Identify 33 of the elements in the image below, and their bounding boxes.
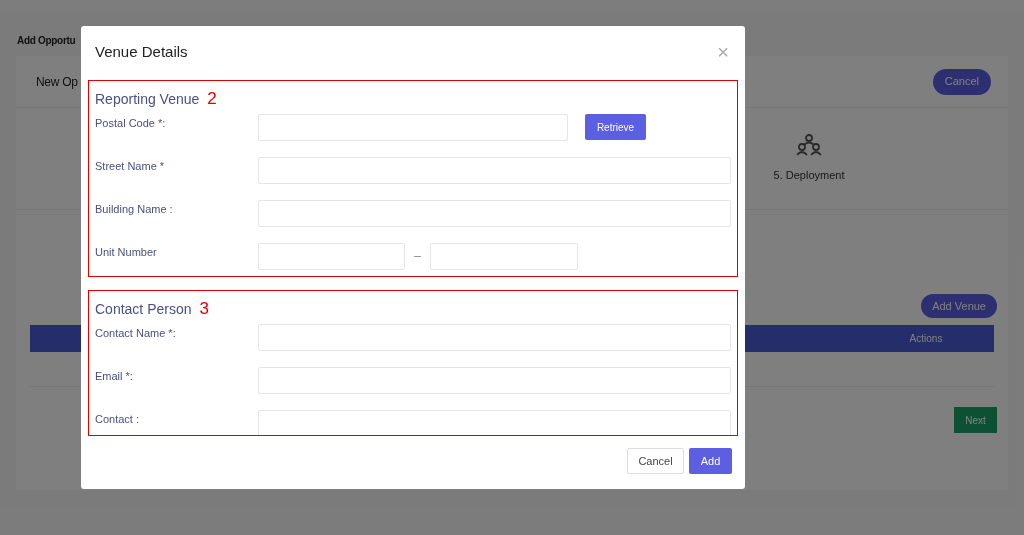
field-label: Contact Name *: xyxy=(95,326,177,341)
input-field[interactable] xyxy=(257,367,731,394)
dash-separator: – xyxy=(413,248,422,265)
field-label: Postal Code *: xyxy=(95,116,167,131)
modal-title: Venue Details xyxy=(95,41,188,62)
input-field[interactable] xyxy=(257,157,731,184)
page-title: Add Opportu xyxy=(17,35,76,46)
next-button[interactable]: Next xyxy=(954,407,997,433)
field-label: Building Name : xyxy=(95,202,174,217)
people-icon xyxy=(794,133,824,158)
input-field[interactable] xyxy=(257,410,731,435)
card-title: New Op xyxy=(36,73,78,91)
add-button[interactable]: Add xyxy=(689,448,732,474)
field-label: Unit Number xyxy=(95,245,158,260)
section-title: Reporting Venue xyxy=(95,90,200,109)
field-label: Email *: xyxy=(95,369,134,384)
field-label: Street Name * xyxy=(95,159,166,174)
input-field[interactable] xyxy=(430,243,578,270)
step-label: 5. Deployment xyxy=(773,168,845,184)
cancel-button[interactable]: Cancel xyxy=(932,68,991,95)
input-field[interactable] xyxy=(257,200,731,227)
input-field[interactable] xyxy=(258,114,568,141)
annotation-number: 3 xyxy=(199,298,209,320)
input-field[interactable] xyxy=(258,243,405,270)
column-header: Actions xyxy=(908,332,944,346)
input-field[interactable] xyxy=(257,324,731,351)
annotation-number: 2 xyxy=(207,88,217,110)
cancel-button[interactable]: Cancel xyxy=(627,448,684,474)
field-label: Contact : xyxy=(95,412,141,427)
retrieve-button[interactable]: Retrieve xyxy=(585,114,646,140)
section-title: Contact Person xyxy=(95,300,192,319)
add-venue-button[interactable]: Add Venue xyxy=(921,294,997,318)
close-button[interactable]: × xyxy=(717,42,729,62)
